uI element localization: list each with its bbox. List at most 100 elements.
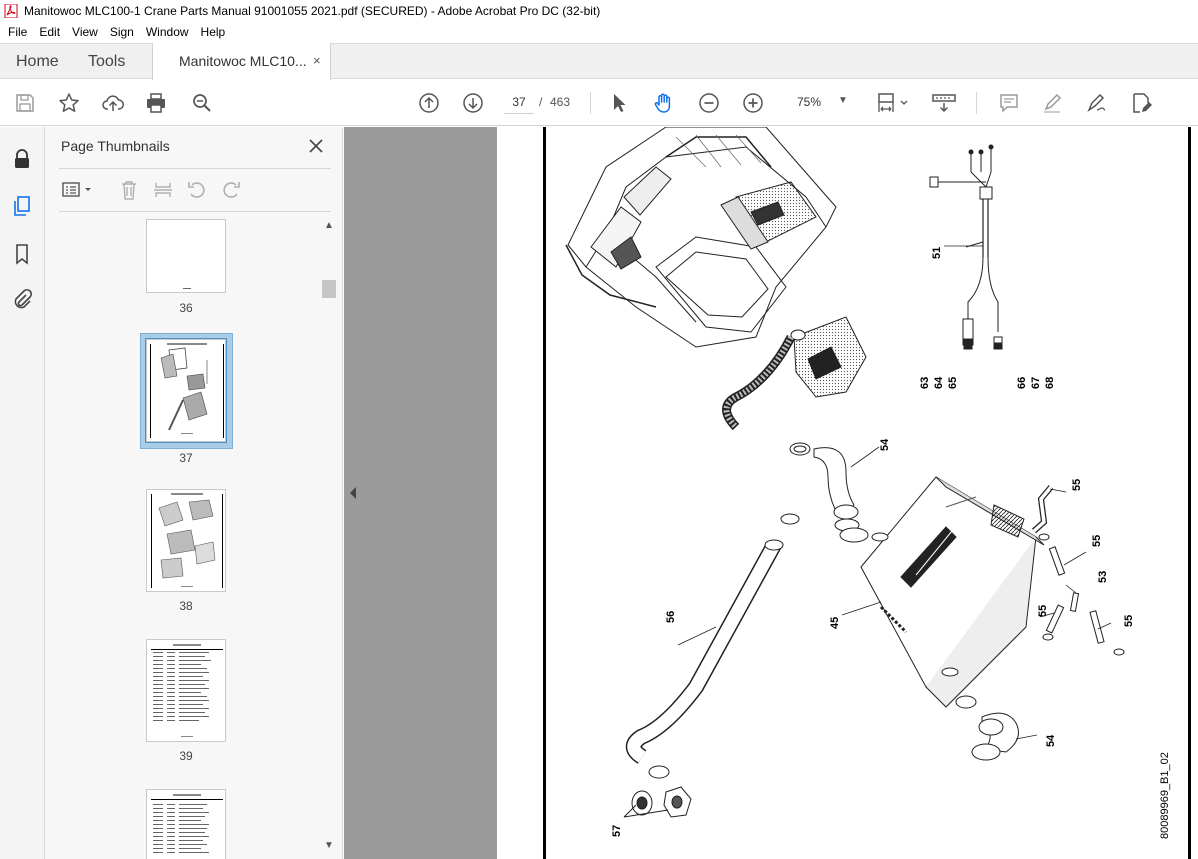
delete-page-icon[interactable] [117, 178, 141, 202]
callout-53: 53 [1097, 571, 1109, 583]
menu-view[interactable]: View [66, 25, 104, 39]
heater-box [860, 476, 1045, 708]
toolbar-divider [590, 92, 591, 114]
page-frame-right [1188, 127, 1191, 859]
zoom-out-icon[interactable] [697, 91, 721, 115]
menu-sign[interactable]: Sign [104, 25, 140, 39]
lock-icon[interactable] [10, 147, 34, 171]
extract-page-icon[interactable] [151, 178, 175, 202]
thumbnail-page[interactable] [146, 489, 226, 592]
zoom-level[interactable]: 75% [797, 95, 821, 109]
page-down-icon[interactable] [461, 91, 485, 115]
callout-64: 64 [933, 376, 945, 389]
thumbnail-item[interactable]: 39 [59, 639, 313, 779]
menu-window[interactable]: Window [140, 25, 195, 39]
thumbnail-page[interactable] [146, 219, 226, 293]
save-icon[interactable] [13, 91, 37, 115]
thumbnail-label: 39 [179, 749, 193, 763]
scrollbar-thumb[interactable] [322, 280, 336, 298]
rotate-right-icon[interactable] [219, 178, 243, 202]
edit-pdf-icon[interactable] [1129, 91, 1153, 115]
cab-assembly [565, 127, 837, 348]
collapse-panel-icon[interactable] [348, 486, 358, 500]
page-thumbnails-panel: Page Thumbnails 36 37 38 39 [45, 127, 343, 859]
thumbnail-item[interactable]: 37 [59, 333, 313, 473]
scroll-down-icon[interactable]: ▼ [324, 840, 334, 851]
callout-57: 57 [611, 825, 623, 837]
menu-file[interactable]: File [2, 25, 33, 39]
panel-title: Page Thumbnails [61, 138, 170, 154]
thumbnail-page[interactable] [146, 789, 226, 859]
star-icon[interactable] [57, 91, 81, 115]
upload-icon[interactable] [101, 91, 125, 115]
hand-icon[interactable] [652, 91, 676, 115]
menu-edit[interactable]: Edit [33, 25, 66, 39]
thumbnail-page[interactable] [146, 639, 226, 742]
page-separator: / [539, 95, 543, 109]
tab-tools[interactable]: Tools [88, 53, 125, 71]
zoom-search-icon[interactable] [190, 91, 214, 115]
tab-bar: Home Tools Manitowoc MLC10... × [0, 43, 1198, 80]
callout-55-b: 55 [1091, 535, 1103, 547]
fit-page-icon[interactable] [876, 91, 912, 115]
bookmark-icon[interactable] [10, 242, 34, 266]
callout-55-c: 55 [1037, 605, 1049, 617]
options-menu-icon[interactable] [61, 178, 97, 202]
callout-65: 65 [947, 377, 959, 389]
window-title: Manitowoc MLC100-1 Crane Parts Manual 91… [24, 4, 601, 18]
thumbnail-item[interactable]: 38 [59, 489, 313, 629]
acrobat-window: Manitowoc MLC100-1 Crane Parts Manual 91… [0, 0, 1198, 859]
attachment-icon[interactable] [10, 287, 34, 311]
drawing-id: 80089969_B1_02 [1159, 752, 1171, 839]
zoom-in-icon[interactable] [741, 91, 765, 115]
thumbnail-item[interactable] [59, 789, 313, 859]
bottom-fittings [623, 765, 692, 818]
thumbnail-page[interactable] [145, 338, 227, 443]
close-tab-icon[interactable]: × [313, 53, 321, 68]
select-arrow-icon[interactable] [607, 91, 631, 115]
panel-divider [59, 211, 331, 212]
left-rail [0, 127, 45, 859]
thumbnail-item[interactable]: 36 [59, 217, 313, 327]
menu-help[interactable]: Help [195, 25, 232, 39]
callout-56: 56 [665, 611, 677, 623]
print-icon[interactable] [144, 91, 168, 115]
callout-45: 45 [829, 617, 841, 629]
close-panel-icon[interactable] [307, 137, 325, 155]
highlight-icon[interactable] [1040, 91, 1064, 115]
title-bar: Manitowoc MLC100-1 Crane Parts Manual 91… [0, 0, 1198, 22]
scroll-up-icon[interactable]: ▲ [324, 220, 334, 231]
parts-diagram: 51 63 64 65 66 67 68 54 55 55 53 55 55 4… [565, 127, 1171, 839]
duct-elbow [789, 442, 869, 543]
callout-54-bottom: 54 [1045, 734, 1057, 747]
small-pipes [1031, 485, 1125, 656]
page-thumbnails-icon[interactable] [10, 194, 34, 218]
thumbnail-list: 36 37 38 39 [59, 217, 323, 859]
callout-68: 68 [1044, 377, 1056, 389]
scroll-mode-icon[interactable] [931, 91, 957, 115]
callout-51: 51 [931, 247, 943, 259]
callout-67: 67 [1030, 377, 1042, 389]
thumbnail-label: 37 [179, 451, 193, 465]
tab-home[interactable]: Home [16, 53, 59, 71]
toolbar-divider [976, 92, 977, 114]
callout-55-a: 55 [1071, 479, 1083, 491]
rotate-left-icon[interactable] [185, 178, 209, 202]
page-number-input[interactable] [504, 90, 534, 114]
hose-long [625, 539, 784, 764]
callout-66: 66 [1016, 377, 1028, 389]
page-up-icon[interactable] [417, 91, 441, 115]
thumbnail-scrollbar[interactable]: ▲ ▼ [322, 218, 338, 858]
duct-elbow-lower [955, 695, 1019, 761]
zoom-dropdown-icon[interactable]: ▼ [838, 95, 848, 106]
panel-divider [59, 168, 331, 169]
hose-clamp [780, 513, 800, 525]
acrobat-icon [4, 4, 18, 18]
menu-bar: File Edit View Sign Window Help [0, 22, 1198, 42]
thumbnail-tools [59, 175, 331, 205]
sign-icon[interactable] [1084, 91, 1108, 115]
toolbar: / 463 75% ▼ [0, 80, 1198, 126]
comment-icon[interactable] [997, 91, 1021, 115]
tab-document[interactable]: Manitowoc MLC10... × [152, 43, 331, 80]
tab-document-label: Manitowoc MLC10... [179, 53, 307, 69]
